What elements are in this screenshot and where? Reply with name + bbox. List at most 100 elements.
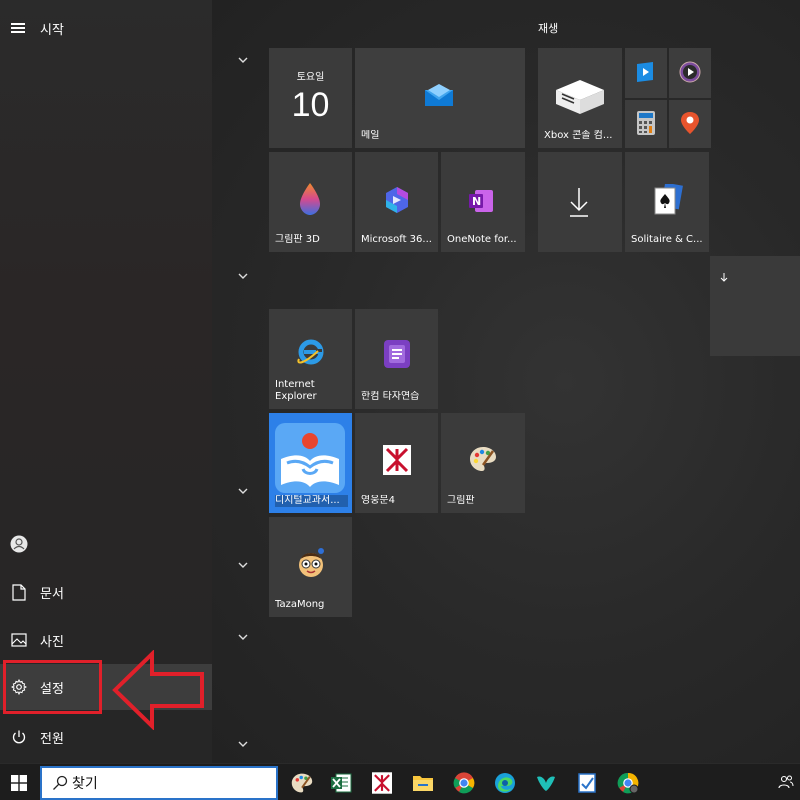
- tile-microsoft-365[interactable]: Microsoft 36...: [355, 152, 438, 252]
- tile-tazamong[interactable]: TazaMong: [269, 517, 352, 617]
- tile-movies[interactable]: [625, 48, 667, 98]
- search-icon: [53, 775, 68, 790]
- solitaire-icon: [653, 182, 683, 220]
- xbox-console-icon: [554, 76, 606, 120]
- user-avatar-icon: [0, 535, 38, 553]
- hamburger-menu-icon[interactable]: [0, 10, 36, 46]
- group-collapse-chevron[interactable]: [237, 740, 249, 748]
- windows-logo-icon: [11, 774, 27, 791]
- tile-label: Solitaire & C...: [631, 234, 703, 245]
- taskbar-app-yeongung[interactable]: [364, 768, 400, 798]
- taskbar-search-box[interactable]: 찾기: [40, 766, 278, 800]
- taskbar-app-paint[interactable]: [284, 768, 320, 798]
- rail-item-documents[interactable]: 문서: [0, 569, 212, 615]
- group-collapse-chevron[interactable]: [237, 487, 249, 495]
- tile-download-placeholder[interactable]: [538, 152, 622, 252]
- power-icon: [0, 729, 38, 745]
- tile-digital-textbook[interactable]: 디지털교과서...: [269, 413, 352, 513]
- taskbar-app-edge[interactable]: [487, 768, 523, 798]
- mail-icon: [425, 84, 453, 110]
- typing-app-icon: [537, 776, 555, 791]
- group-collapse-chevron[interactable]: [237, 272, 249, 280]
- tile-label: Microsoft 36...: [361, 234, 432, 245]
- paint-palette-icon: [291, 773, 313, 793]
- chrome-icon: [617, 772, 639, 794]
- start-menu-header: 시작: [0, 10, 212, 46]
- taskbar-app-notepad[interactable]: [569, 768, 605, 798]
- tile-xbox-console[interactable]: Xbox 콘솔 컴...: [538, 48, 622, 148]
- tile-onenote[interactable]: N OneNote for...: [441, 152, 525, 252]
- notepad-icon: [578, 773, 596, 793]
- svg-text:N: N: [472, 195, 481, 208]
- tile-mail[interactable]: 메일: [355, 48, 525, 148]
- tile-label: TazaMong: [275, 599, 325, 610]
- tile-hancom-typing[interactable]: 한컴 타자연습: [355, 309, 438, 409]
- tile-label: 그림판: [447, 495, 475, 506]
- tile-paint3d[interactable]: 그림판 3D: [269, 152, 352, 252]
- tile-yeongung[interactable]: 영웅문4: [355, 413, 438, 513]
- folder-icon: [413, 776, 433, 791]
- annotation-highlight-box: [3, 660, 102, 714]
- tile-label: 영웅문4: [361, 495, 395, 506]
- taskbar-app-file-explorer[interactable]: [405, 768, 441, 798]
- tile-label: Xbox 콘솔 컴...: [544, 130, 613, 141]
- download-icon: [720, 268, 728, 287]
- movies-icon: [635, 60, 657, 88]
- annotation-arrow-icon: [112, 650, 204, 730]
- taskbar-app-excel[interactable]: [323, 768, 359, 798]
- rail-item-label: 사진: [40, 634, 64, 650]
- tile-paint[interactable]: 그림판: [441, 413, 525, 513]
- tile-groove-music[interactable]: [669, 48, 711, 98]
- group-collapse-chevron[interactable]: [237, 633, 249, 641]
- taskbar: 찾기: [0, 763, 800, 800]
- taskbar-app-chrome-profile[interactable]: [610, 768, 646, 798]
- tile-label: 디지털교과서...: [275, 495, 348, 507]
- onenote-icon: N: [469, 188, 495, 218]
- tazamong-icon: [295, 547, 327, 583]
- tile-calculator[interactable]: [625, 100, 667, 148]
- chrome-icon: [453, 772, 475, 794]
- calendar-day-number: 10: [291, 86, 330, 124]
- edge-icon: [495, 773, 515, 793]
- tile-label: 그림판 3D: [275, 234, 320, 245]
- tile-maps[interactable]: [669, 100, 711, 148]
- yeongung-icon: [372, 772, 392, 794]
- user-account-button[interactable]: [0, 521, 212, 567]
- start-button[interactable]: [0, 764, 38, 800]
- document-icon: [0, 583, 38, 601]
- start-menu-rail: 시작 문서 사진 설정 전원: [0, 0, 212, 763]
- calendar-day-name: 토요일: [296, 72, 325, 83]
- microsoft-365-icon: [384, 186, 410, 218]
- paint-palette-icon: [469, 445, 497, 477]
- pictures-icon: [0, 633, 38, 647]
- taskbar-app-typing[interactable]: [528, 768, 564, 798]
- tile-internet-explorer[interactable]: Internet Explorer: [269, 309, 352, 409]
- tile-download-small[interactable]: [710, 256, 800, 356]
- start-menu-title: 시작: [40, 22, 64, 38]
- tile-label: Internet Explorer: [275, 379, 317, 402]
- rail-item-label: 문서: [40, 586, 64, 602]
- tile-solitaire[interactable]: Solitaire & C...: [625, 152, 709, 252]
- tile-label: 메일: [361, 130, 380, 141]
- paint3d-icon: [298, 182, 322, 220]
- hancom-typing-icon: [383, 339, 411, 373]
- tile-label: 한컴 타자연습: [361, 391, 420, 402]
- music-icon: [679, 61, 701, 87]
- internet-explorer-icon: [296, 337, 326, 371]
- map-pin-icon: [680, 111, 700, 139]
- start-tiles-area: 재생 토요일 10 메일 Xbox 콘솔 컴... 그림판 3D Microso…: [212, 0, 800, 763]
- tile-calendar[interactable]: 토요일 10: [269, 48, 352, 148]
- group-collapse-chevron[interactable]: [237, 561, 249, 569]
- calculator-icon: [637, 111, 655, 139]
- group-label-play: 재생: [538, 22, 559, 35]
- taskbar-app-chrome[interactable]: [446, 768, 482, 798]
- yeongung-icon: [383, 445, 411, 479]
- search-placeholder: 찾기: [72, 776, 98, 792]
- tile-label: OneNote for...: [447, 234, 517, 245]
- rail-item-label: 전원: [40, 731, 64, 747]
- download-icon: [569, 186, 589, 222]
- digital-textbook-icon: [275, 423, 345, 497]
- people-icon[interactable]: [778, 774, 794, 794]
- group-collapse-chevron[interactable]: [237, 56, 249, 64]
- excel-icon: [331, 773, 352, 793]
